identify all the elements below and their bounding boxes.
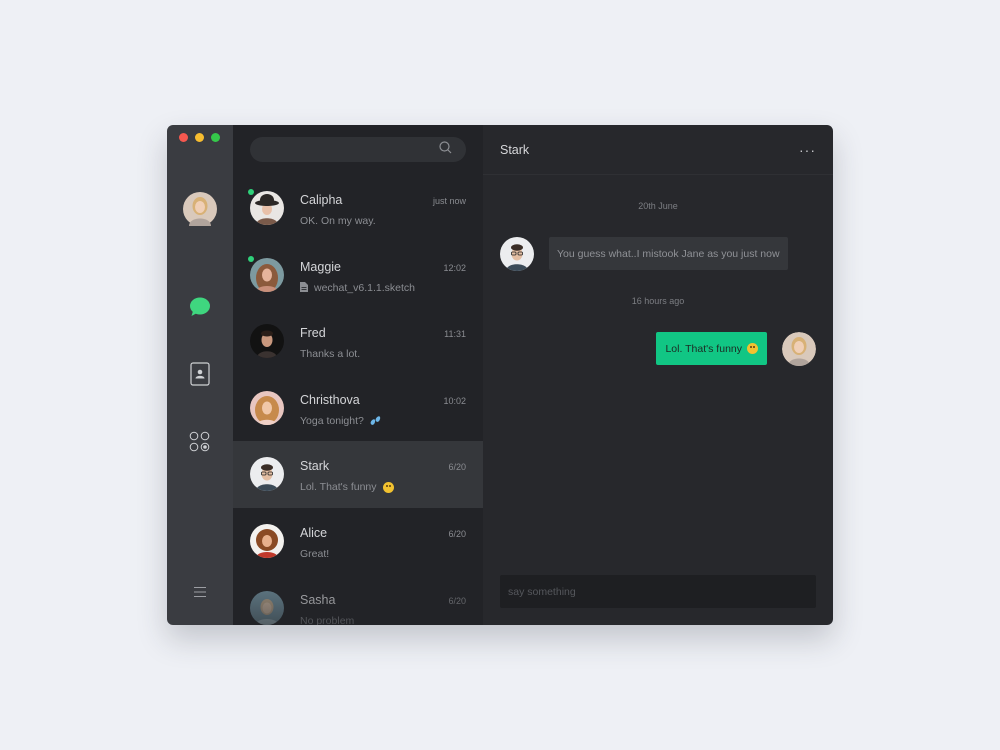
chat-title: Stark <box>500 142 530 157</box>
avatar-christhova <box>250 390 284 425</box>
close-window-button[interactable] <box>179 133 188 142</box>
conversation-preview: No problem <box>300 614 355 625</box>
avatar-calipha <box>250 191 284 225</box>
conversation-preview: Thanks a lot. <box>300 348 361 361</box>
conversation-time: 6/20 <box>448 462 466 473</box>
online-indicator <box>248 189 254 195</box>
message-composer[interactable] <box>500 575 816 608</box>
conversation-item-maggie[interactable]: Maggie 12:02 wechat_v6.1.1.sketch <box>233 242 483 309</box>
date-separator: 20th June <box>638 201 678 211</box>
incoming-message-text: You guess what..I mistook Jane as you ju… <box>557 247 780 260</box>
search-bar <box>233 125 483 175</box>
conversation-item-calipha[interactable]: Calipha just now OK. On my way. <box>233 175 483 242</box>
avatar-fred <box>250 324 284 359</box>
search-box[interactable] <box>250 137 466 162</box>
conversation-name: Sasha <box>300 592 336 607</box>
conversation-list: Calipha just now OK. On my way. Maggie 1… <box>233 125 483 625</box>
nav-menu[interactable] <box>167 585 233 603</box>
conversation-name: Christhova <box>300 392 360 407</box>
contacts-icon <box>190 362 210 391</box>
conversation-time: just now <box>432 196 466 206</box>
conversation-item-christhova[interactable]: Christhova 10:02 Yoga tonight? <box>233 375 483 442</box>
nav-contacts[interactable] <box>167 362 233 391</box>
navigation-rail <box>167 125 233 625</box>
conversation-item-stark[interactable]: Stark 6/20 Lol. That's funny <box>233 441 483 508</box>
apps-grid-icon <box>189 431 211 458</box>
sweat-drops-emoji <box>369 415 382 426</box>
avatar-stark <box>250 457 284 492</box>
minimize-window-button[interactable] <box>195 133 204 142</box>
avatar-sasha <box>250 590 284 625</box>
conversation-preview: wechat_v6.1.1.sketch <box>314 282 415 295</box>
maximize-window-button[interactable] <box>211 133 220 142</box>
conversation-time: 10:02 <box>443 395 466 406</box>
conversation-name: Stark <box>300 459 330 474</box>
time-separator: 16 hours ago <box>631 296 685 306</box>
message-input[interactable] <box>508 585 808 598</box>
outgoing-message-bubble: Lol. That's funny <box>656 332 767 365</box>
nav-chats[interactable] <box>167 297 233 322</box>
laughing-emoji <box>382 481 394 493</box>
conversation-time: 6/20 <box>448 528 466 539</box>
my-avatar[interactable] <box>183 192 217 226</box>
conversation-item-sasha[interactable]: Sasha 6/20 No problem <box>233 575 483 625</box>
conversation-preview: OK. On my way. <box>300 215 376 227</box>
search-icon[interactable] <box>439 140 452 159</box>
nav-apps[interactable] <box>167 431 233 458</box>
more-options-button[interactable]: ··· <box>799 142 816 158</box>
online-indicator <box>248 255 254 262</box>
conversation-preview: Great! <box>300 547 330 560</box>
conversation-time: 12:02 <box>443 262 466 273</box>
chat-pane: Stark ··· 20th June You guess what..I mi… <box>483 125 833 625</box>
chat-bubble-icon <box>189 297 211 322</box>
window-controls <box>179 133 220 142</box>
avatar-maggie <box>250 257 284 292</box>
avatar-alice <box>250 523 284 558</box>
menu-icon <box>193 585 207 603</box>
conversation-preview: Yoga tonight? <box>300 414 364 427</box>
app-window: Calipha just now OK. On my way. Maggie 1… <box>167 125 833 625</box>
conversation-time: 11:31 <box>444 329 466 340</box>
conversation-name: Fred <box>300 326 326 341</box>
incoming-message-avatar[interactable] <box>500 237 534 271</box>
laughing-emoji <box>747 343 758 354</box>
conversation-name: Alice <box>300 525 328 540</box>
outgoing-message-text: Lol. That's funny <box>665 342 742 355</box>
outgoing-message-avatar[interactable] <box>782 332 816 366</box>
conversation-preview: Lol. That's funny <box>300 481 377 494</box>
conversation-name: Maggie <box>300 259 341 274</box>
search-input[interactable] <box>262 143 439 156</box>
chat-header: Stark ··· <box>483 125 833 175</box>
conversation-time: 6/20 <box>448 595 466 606</box>
conversation-item-fred[interactable]: Fred 11:31 Thanks a lot. <box>233 308 483 375</box>
conversation-name: Calipha <box>300 193 343 207</box>
incoming-message-bubble: You guess what..I mistook Jane as you ju… <box>549 237 788 270</box>
conversation-item-alice[interactable]: Alice 6/20 Great! <box>233 508 483 575</box>
file-icon <box>300 281 308 295</box>
